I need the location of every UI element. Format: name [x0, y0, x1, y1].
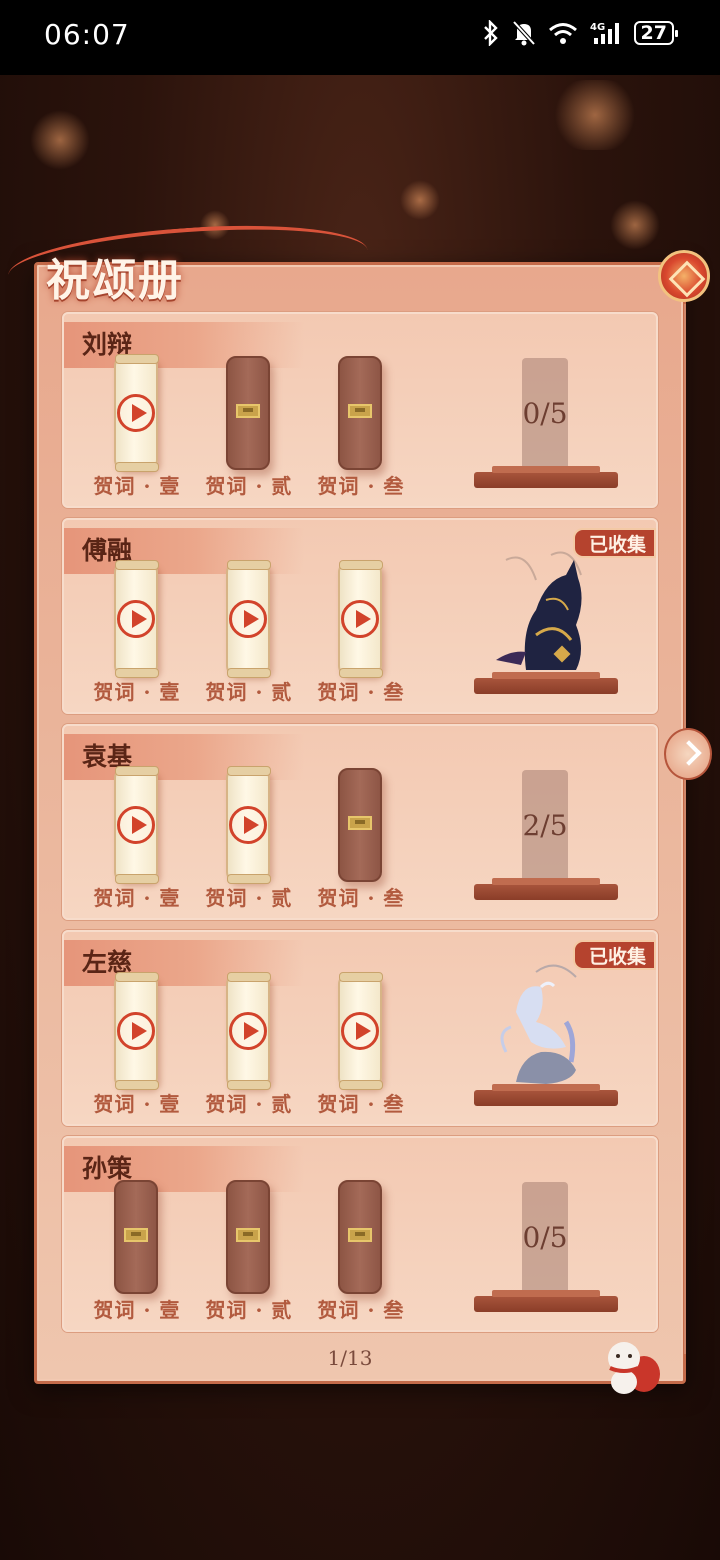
play-icon[interactable]: [341, 1012, 379, 1050]
svg-text:4G: 4G: [590, 22, 605, 33]
book-title: 祝颂册: [46, 255, 184, 306]
greeting-scroll-3-locked[interactable]: [338, 356, 382, 470]
status-bar: 06:07 4G 27: [0, 0, 720, 75]
scroll-label: 贺词 · 贰: [205, 680, 293, 704]
play-icon[interactable]: [229, 600, 267, 638]
mute-bell-icon: [512, 20, 536, 46]
scroll-label: 贺词 · 叁: [317, 474, 405, 498]
pedestal: [474, 672, 618, 694]
lock-icon: [236, 404, 260, 418]
greeting-scroll-2[interactable]: [226, 972, 271, 1090]
lantern-decoration: [610, 200, 660, 250]
play-icon[interactable]: [341, 600, 379, 638]
pedestal: [474, 878, 618, 900]
bluetooth-icon: [482, 20, 500, 46]
scroll-label: 贺词 · 贰: [205, 1092, 293, 1116]
signal-4g-icon: 4G: [590, 20, 622, 46]
greeting-scroll-3-locked[interactable]: [338, 1180, 382, 1294]
play-icon[interactable]: [117, 1012, 155, 1050]
play-icon[interactable]: [229, 1012, 267, 1050]
scroll-label: 贺词 · 壹: [93, 1092, 181, 1116]
greeting-scroll-3[interactable]: [338, 972, 383, 1090]
scroll-label: 贺词 · 壹: [93, 886, 181, 910]
scroll-label: 贺词 · 叁: [317, 1298, 405, 1322]
lock-icon: [348, 1228, 372, 1242]
crane-figurine-icon[interactable]: [476, 952, 616, 1092]
character-card: 左慈 已收集 贺词 · 壹 贺词 · 贰 贺词 · 叁: [62, 930, 658, 1126]
lantern-decoration: [550, 80, 640, 150]
lock-icon: [124, 1228, 148, 1242]
play-icon[interactable]: [117, 600, 155, 638]
lock-icon: [348, 816, 372, 830]
greeting-scroll-1[interactable]: [114, 972, 159, 1090]
status-icons: 4G 27: [482, 20, 679, 46]
battery-icon: 27: [633, 21, 679, 45]
wifi-icon: [548, 21, 578, 45]
greeting-scroll-3-locked[interactable]: [338, 768, 382, 882]
greeting-scroll-1[interactable]: [114, 560, 159, 678]
scroll-label: 贺词 · 贰: [205, 886, 293, 910]
medallion-string: [684, 304, 686, 1354]
scroll-label: 贺词 · 壹: [93, 680, 181, 704]
greeting-scroll-1[interactable]: [114, 766, 159, 884]
play-icon[interactable]: [229, 806, 267, 844]
greeting-scroll-1-locked[interactable]: [114, 1180, 158, 1294]
scroll-label: 贺词 · 壹: [93, 474, 181, 498]
greeting-scroll-2[interactable]: [226, 766, 271, 884]
pedestal: [474, 466, 618, 488]
pedestal: [474, 1084, 618, 1106]
greeting-scroll-2[interactable]: [226, 560, 271, 678]
fox-figurine-icon[interactable]: [476, 540, 616, 680]
collection-progress: 0/5: [522, 358, 568, 470]
scroll-label: 贺词 · 壹: [93, 1298, 181, 1322]
medallion-ornament: [658, 250, 710, 302]
pedestal: [474, 1290, 618, 1312]
play-icon[interactable]: [117, 394, 155, 432]
mascot-icon: [608, 1342, 660, 1394]
chevron-right-icon[interactable]: [664, 728, 712, 780]
status-time: 06:07: [44, 18, 130, 51]
lock-icon: [236, 1228, 260, 1242]
greeting-scroll-3[interactable]: [338, 560, 383, 678]
character-card: 刘辩 贺词 · 壹 贺词 · 贰 贺词 · 叁 0/5: [62, 312, 658, 508]
lantern-decoration: [30, 110, 90, 170]
scroll-label: 贺词 · 叁: [317, 886, 405, 910]
collection-progress: 2/5: [522, 770, 568, 882]
character-card: 孙策 贺词 · 壹 贺词 · 贰 贺词 · 叁 0/5: [62, 1136, 658, 1332]
page-indicator: 1/13: [327, 1346, 373, 1370]
lantern-decoration: [400, 180, 440, 220]
scroll-label: 贺词 · 贰: [205, 1298, 293, 1322]
scroll-label: 贺词 · 贰: [205, 474, 293, 498]
scroll-label: 贺词 · 叁: [317, 680, 405, 704]
play-icon[interactable]: [117, 806, 155, 844]
collection-progress: 0/5: [522, 1182, 568, 1294]
lock-icon: [348, 404, 372, 418]
greeting-scroll-2-locked[interactable]: [226, 356, 270, 470]
character-card: 袁基 贺词 · 壹 贺词 · 贰 贺词 · 叁 2/5: [62, 724, 658, 920]
greeting-scroll-1[interactable]: [114, 354, 159, 472]
character-card: 傅融 已收集 贺词 · 壹 贺词 · 贰 贺词 · 叁: [62, 518, 658, 714]
greeting-scroll-2-locked[interactable]: [226, 1180, 270, 1294]
scroll-label: 贺词 · 叁: [317, 1092, 405, 1116]
